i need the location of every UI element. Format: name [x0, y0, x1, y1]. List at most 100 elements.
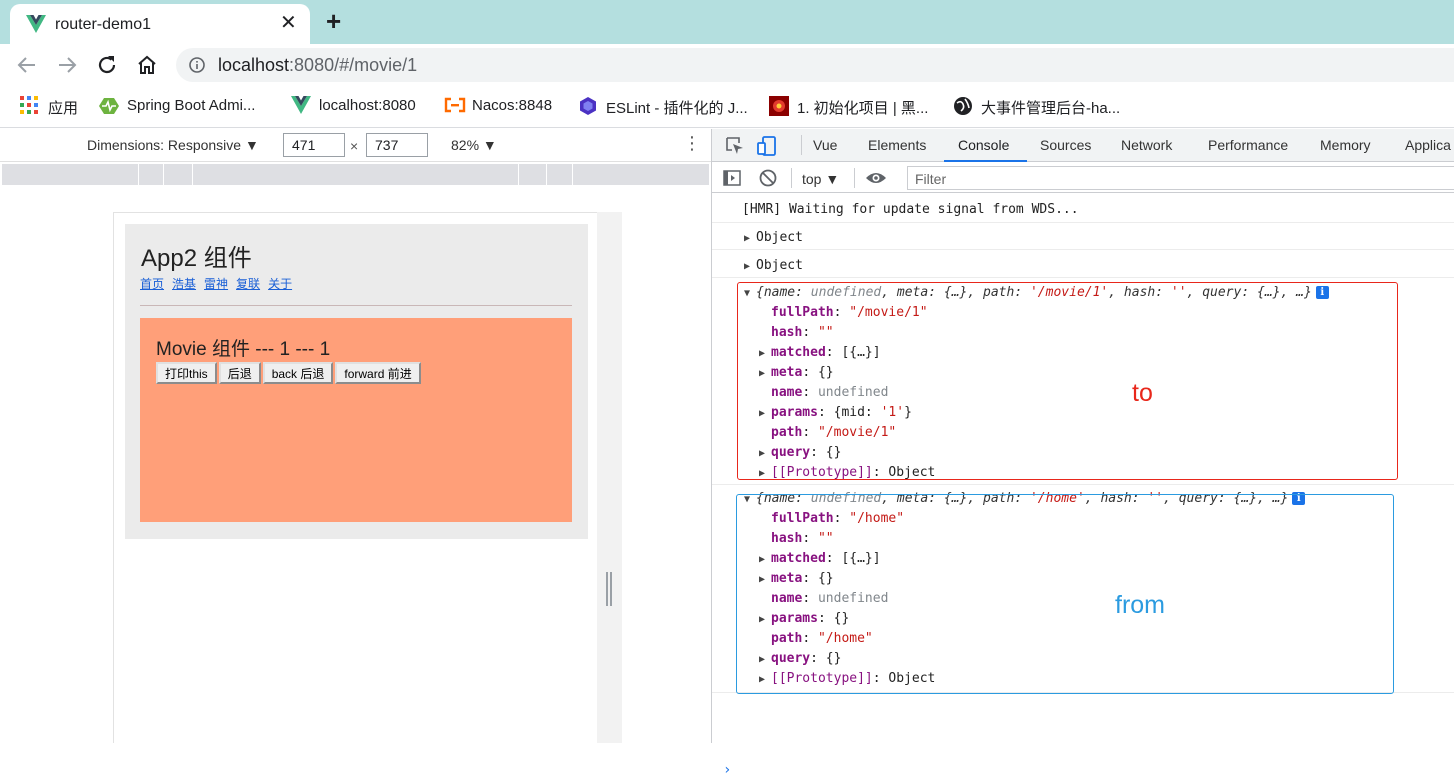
- toolbar-separator: [791, 168, 792, 188]
- bookmark-label: localhost:8080: [319, 97, 416, 114]
- from-highlight-box: [736, 494, 1394, 694]
- tab-vue[interactable]: Vue: [813, 137, 837, 153]
- hmr-message: [HMR] Waiting for update signal from WDS…: [742, 202, 1079, 217]
- site-icon: [769, 96, 789, 116]
- console-output: [HMR] Waiting for update signal from WDS…: [712, 193, 1454, 778]
- nav-link-about[interactable]: 关于: [268, 277, 292, 291]
- url-host: localhost: [218, 55, 290, 75]
- ruler-tick: [163, 164, 164, 185]
- eslint-icon: [578, 96, 598, 116]
- device-height-input[interactable]: 737: [366, 133, 428, 157]
- browser-toolbar: localhost:8080/#/movie/1: [0, 44, 1454, 86]
- ruler-tick: [138, 164, 139, 185]
- console-toolbar: top ▼ Filter: [712, 163, 1454, 193]
- bookmark-label: 应用: [48, 100, 79, 117]
- devtools-tabbar: Vue Elements Console Sources Network Per…: [712, 129, 1454, 162]
- forward-arrow-icon[interactable]: [55, 53, 79, 77]
- browser-tab-strip: router-demo1 ✕ +: [0, 0, 1454, 44]
- back-button[interactable]: 后退: [218, 362, 261, 384]
- device-toggle-icon[interactable]: [757, 136, 777, 156]
- globe-icon: [953, 96, 973, 116]
- apps-grid-icon: [20, 96, 40, 116]
- to-highlight-box: [737, 282, 1398, 480]
- url-text: localhost:8080/#/movie/1: [218, 55, 417, 76]
- console-object-collapsed[interactable]: ▶ Object: [712, 223, 1454, 250]
- back-arrow-icon[interactable]: [15, 53, 39, 77]
- nav-link-fulian[interactable]: 复联: [236, 277, 260, 291]
- tab-network[interactable]: Network: [1121, 137, 1172, 153]
- device-viewport-area: App2 组件 首页 浩基 雷神 复联 关于 Movie 组件 --- 1 --- 1 …: [0, 185, 711, 743]
- nav-link-haoji[interactable]: 浩基: [172, 277, 196, 291]
- from-annotation: from: [1115, 591, 1165, 619]
- tab-performance[interactable]: Performance: [1208, 137, 1288, 153]
- vue-logo-icon: [26, 15, 46, 38]
- forward-button[interactable]: forward 前进: [335, 362, 421, 384]
- home-icon[interactable]: [135, 53, 159, 77]
- tab-console[interactable]: Console: [958, 137, 1009, 153]
- ruler-tick: [192, 164, 193, 185]
- console-object-collapsed[interactable]: ▶ Object: [712, 250, 1454, 278]
- app2-title: App2 组件: [141, 245, 252, 272]
- zoom-dropdown[interactable]: 82% ▼: [451, 137, 497, 153]
- toolbar-separator: [854, 168, 855, 188]
- expand-triangle-icon[interactable]: ▶: [744, 261, 756, 272]
- movie-component: Movie 组件 --- 1 --- 1 打印this 后退 back 后退 forw…: [140, 318, 572, 522]
- tab-title: router-demo1: [55, 16, 152, 33]
- tab-memory[interactable]: Memory: [1320, 137, 1371, 153]
- tab-sources[interactable]: Sources: [1040, 137, 1091, 153]
- sidebar-toggle-icon[interactable]: [723, 169, 741, 187]
- nav-link-leishen[interactable]: 雷神: [204, 277, 228, 291]
- new-tab-button[interactable]: +: [326, 6, 341, 36]
- object-entry[interactable]: ▶ Object: [744, 230, 803, 245]
- to-annotation: to: [1132, 379, 1153, 407]
- back-history-button[interactable]: back 后退: [262, 362, 334, 384]
- bookmark-label: Spring Boot Admi...: [127, 97, 256, 114]
- inspect-element-icon[interactable]: [725, 136, 745, 156]
- active-tab-indicator: [944, 160, 1027, 162]
- expand-triangle-icon[interactable]: ▶: [744, 233, 756, 244]
- bookmark-label: Nacos:8848: [472, 97, 553, 114]
- app2-component: App2 组件 首页 浩基 雷神 复联 关于 Movie 组件 --- 1 --- 1 …: [125, 224, 588, 539]
- device-toolbar: Dimensions: Responsive ▼ 471 × 737 82% ▼…: [0, 129, 711, 162]
- router-links: 首页 浩基 雷神 复联 关于: [140, 275, 300, 292]
- tab-application[interactable]: Applica: [1405, 137, 1451, 153]
- reload-icon[interactable]: [95, 53, 119, 77]
- vue-logo-icon: [291, 96, 311, 116]
- console-filter-input[interactable]: Filter: [907, 166, 1454, 190]
- ruler-tick: [572, 164, 573, 185]
- live-expression-eye-icon[interactable]: [865, 169, 887, 187]
- bookmark-label: ESLint - 插件化的 J...: [606, 100, 748, 117]
- divider: [140, 305, 572, 306]
- bookmarks-bar: 应用 Spring Boot Admi... localhost:8080 Na…: [0, 86, 1454, 128]
- object-entry[interactable]: ▶ Object: [744, 258, 803, 273]
- media-query-ruler[interactable]: [2, 164, 709, 185]
- console-prompt-icon[interactable]: ›: [723, 762, 731, 778]
- spring-boot-admin-icon: [99, 96, 119, 116]
- toolbar-separator: [801, 135, 802, 155]
- site-info-icon[interactable]: [189, 57, 205, 78]
- print-this-button[interactable]: 打印this: [156, 362, 217, 384]
- nav-link-home[interactable]: 首页: [140, 277, 164, 291]
- more-options-icon[interactable]: ⋮: [683, 134, 701, 152]
- devtools-panel: Vue Elements Console Sources Network Per…: [711, 129, 1454, 778]
- dimensions-dropdown[interactable]: Dimensions: Responsive ▼: [87, 137, 259, 153]
- object-label: Object: [756, 258, 803, 273]
- resize-handle[interactable]: [606, 572, 612, 606]
- movie-buttons: 打印this 后退 back 后退 forward 前进: [156, 362, 423, 384]
- nacos-icon: [444, 96, 466, 116]
- ruler-tick: [546, 164, 547, 185]
- console-message: [HMR] Waiting for update signal from WDS…: [712, 193, 1454, 223]
- ruler-tick: [518, 164, 519, 185]
- device-frame: App2 组件 首页 浩基 雷神 复联 关于 Movie 组件 --- 1 --- 1 …: [113, 212, 598, 743]
- address-bar[interactable]: localhost:8080/#/movie/1: [176, 48, 1454, 82]
- device-width-input[interactable]: 471: [283, 133, 345, 157]
- movie-title: Movie 组件 --- 1 --- 1: [156, 339, 331, 360]
- device-right-gutter: [597, 212, 622, 743]
- close-tab-icon[interactable]: ✕: [280, 13, 297, 33]
- browser-tab[interactable]: router-demo1 ✕: [10, 4, 310, 44]
- bookmark-label: 大事件管理后台-ha...: [981, 100, 1121, 117]
- clear-console-icon[interactable]: [759, 169, 777, 187]
- context-selector[interactable]: top ▼: [802, 171, 839, 187]
- object-label: Object: [756, 230, 803, 245]
- tab-elements[interactable]: Elements: [868, 137, 926, 153]
